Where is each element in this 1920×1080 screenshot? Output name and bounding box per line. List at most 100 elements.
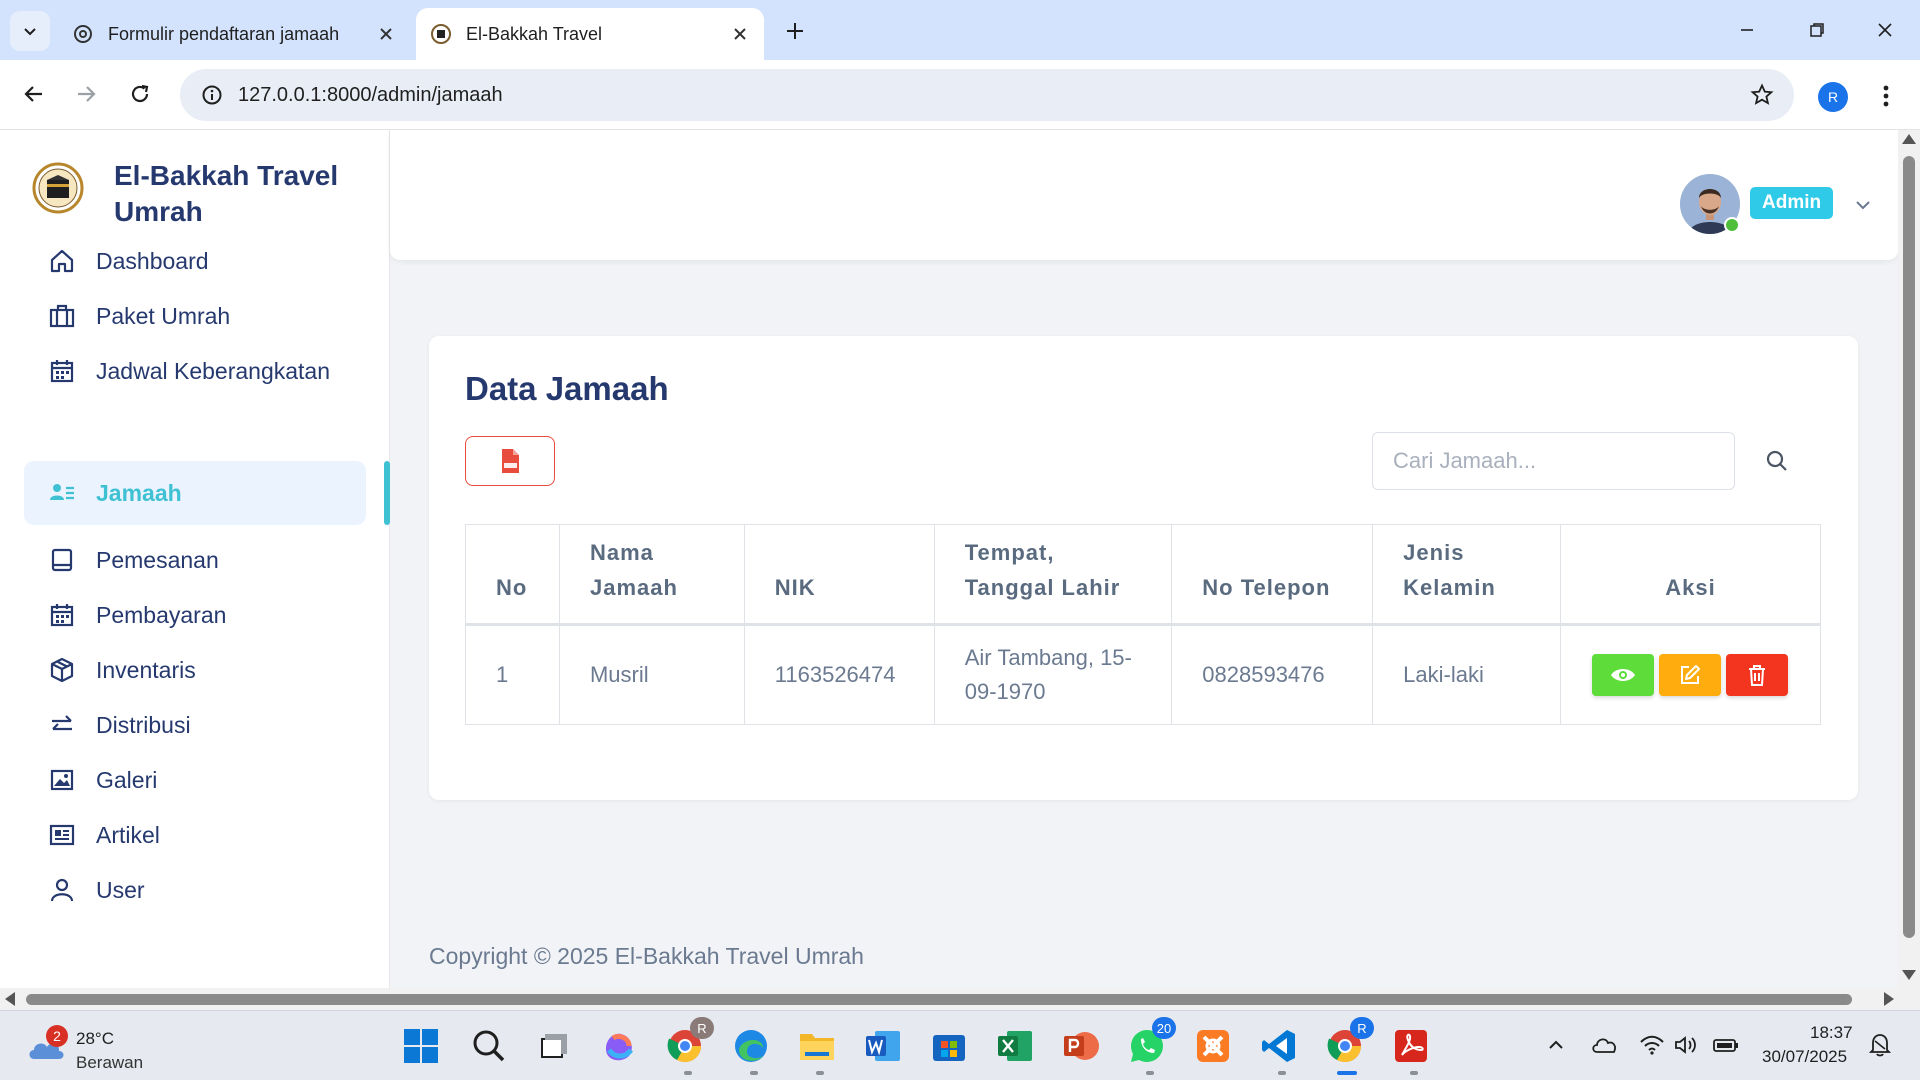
notification-bell-icon[interactable]: [1866, 1031, 1894, 1059]
chrome-icon[interactable]: R: [664, 1017, 714, 1067]
browser-menu-button[interactable]: [1870, 76, 1902, 116]
battery-icon[interactable]: [1712, 1031, 1740, 1059]
sidebar-item-label: Artikel: [96, 821, 160, 848]
cell-jenis-kelamin: Laki-laki: [1372, 624, 1561, 725]
sidebar-item-jadwal-keberangkatan[interactable]: Jadwal Keberangkatan: [24, 339, 366, 403]
whatsapp-icon[interactable]: 20: [1126, 1017, 1176, 1067]
bookmark-star-icon[interactable]: [1740, 73, 1784, 117]
briefcase-icon: [48, 302, 76, 330]
sidebar-item-label: User: [96, 876, 145, 903]
cell-nik: 1163526474: [743, 624, 935, 725]
close-window-button[interactable]: [1860, 12, 1910, 48]
arrow-left-icon: [24, 86, 42, 102]
sidebar-item-label: Paket Umrah: [96, 302, 231, 329]
tab-el-bakkah[interactable]: El-Bakkah Travel: [416, 8, 764, 60]
book-icon: [48, 546, 76, 574]
sidebar-item-label: Distribusi: [96, 711, 191, 738]
edit-button[interactable]: [1659, 654, 1722, 696]
scroll-up-arrow-icon[interactable]: [1902, 134, 1916, 144]
url-text[interactable]: 127.0.0.1:8000/admin/jamaah: [238, 84, 1740, 107]
windows-taskbar: 2 28°C Berawan R 20 R 18:37 30/07/2025: [0, 1010, 1920, 1080]
close-icon: [1878, 23, 1892, 37]
active-app-indicator: [1337, 1071, 1357, 1075]
column-header-nik[interactable]: NIK: [743, 524, 935, 626]
cell-nama: Musril: [558, 624, 745, 725]
copilot-icon[interactable]: [598, 1025, 640, 1067]
users-list-icon: [48, 479, 76, 507]
chevron-up-icon[interactable]: [1542, 1031, 1570, 1059]
box-icon: [48, 656, 76, 684]
clock-date[interactable]: 30/07/2025: [1762, 1047, 1847, 1067]
browser-tab-strip: Formulir pendaftaran jamaah El-Bakkah Tr…: [0, 0, 1920, 60]
sidebar: El-Bakkah Travel Umrah Dashboard Paket U…: [0, 130, 390, 988]
column-header-nama[interactable]: Nama Jamaah: [558, 524, 745, 626]
scroll-down-arrow-icon[interactable]: [1902, 970, 1916, 980]
user-icon: [48, 876, 76, 904]
close-tab-icon[interactable]: [724, 18, 756, 50]
close-tab-icon[interactable]: [370, 18, 402, 50]
vscode-icon[interactable]: [1258, 1025, 1300, 1067]
image-icon: [48, 766, 76, 794]
acrobat-icon[interactable]: [1390, 1025, 1432, 1067]
restore-button[interactable]: [1792, 12, 1842, 48]
calendar-icon: [48, 357, 76, 385]
task-view-icon[interactable]: [532, 1025, 574, 1067]
restore-icon: [1810, 23, 1824, 37]
home-icon: [48, 247, 76, 275]
minimize-button[interactable]: [1722, 12, 1772, 48]
excel-icon[interactable]: [994, 1025, 1036, 1067]
xampp-icon[interactable]: [1192, 1025, 1234, 1067]
sidebar-item-label: Galeri: [96, 766, 158, 793]
windows-start-icon[interactable]: [400, 1025, 442, 1067]
tab-formulir[interactable]: Formulir pendaftaran jamaah: [60, 8, 410, 60]
arrows-swap-icon: [48, 711, 76, 739]
kaaba-logo-icon: [32, 162, 84, 214]
running-indicator: [1278, 1071, 1286, 1075]
file-explorer-icon[interactable]: [796, 1025, 838, 1067]
forward-button[interactable]: [66, 74, 106, 114]
chrome-icon[interactable]: R: [1324, 1017, 1374, 1067]
edge-icon[interactable]: [730, 1025, 772, 1067]
tab-search-button[interactable]: [10, 11, 50, 51]
page-title: Data Jamaah: [465, 370, 669, 407]
horizontal-scrollbar-thumb[interactable]: [26, 994, 1852, 1005]
scroll-right-arrow-icon[interactable]: [1884, 992, 1894, 1006]
clock-time[interactable]: 18:37: [1810, 1023, 1853, 1043]
view-button[interactable]: [1592, 654, 1655, 696]
running-indicator: [1410, 1071, 1418, 1075]
search-icon[interactable]: [468, 1025, 510, 1067]
sidebar-item-label: Jadwal Keberangkatan: [96, 357, 330, 384]
reload-button[interactable]: [120, 74, 160, 114]
reload-icon: [131, 84, 149, 103]
onedrive-cloud-icon[interactable]: [1590, 1031, 1618, 1059]
vertical-scrollbar-thumb[interactable]: [1903, 156, 1915, 938]
search-button[interactable]: [1758, 442, 1796, 480]
word-icon[interactable]: [862, 1025, 904, 1067]
wifi-icon[interactable]: [1638, 1031, 1666, 1059]
delete-button[interactable]: [1726, 654, 1789, 696]
column-header-telepon[interactable]: No Telepon: [1171, 524, 1374, 626]
export-pdf-button[interactable]: [465, 436, 555, 486]
back-button[interactable]: [14, 74, 54, 114]
site-info-icon[interactable]: [186, 69, 238, 121]
column-header-no[interactable]: No: [465, 524, 560, 626]
column-header-ttl[interactable]: Tempat, Tanggal Lahir: [933, 524, 1173, 626]
brand-name: El-Bakkah Travel Umrah: [114, 160, 339, 227]
online-status-dot: [1724, 217, 1740, 233]
search-input[interactable]: [1372, 432, 1735, 490]
volume-icon[interactable]: [1672, 1031, 1700, 1059]
sidebar-item-jamaah[interactable]: Jamaah: [24, 461, 366, 525]
sidebar-item-user[interactable]: User: [24, 858, 366, 922]
column-header-jenis-kelamin[interactable]: Jenis Kelamin: [1372, 524, 1561, 626]
address-bar[interactable]: 127.0.0.1:8000/admin/jamaah: [180, 69, 1794, 121]
weather-widget[interactable]: 2 28°C Berawan: [26, 1019, 156, 1073]
jamaah-table: No Nama Jamaah NIK Tempat, Tanggal Lahir…: [465, 524, 1822, 725]
browser-profile-avatar[interactable]: R: [1818, 82, 1848, 112]
user-role-badge[interactable]: Admin: [1750, 187, 1834, 219]
scroll-left-arrow-icon[interactable]: [5, 992, 15, 1006]
user-menu-chevron[interactable]: [1850, 192, 1876, 218]
brand[interactable]: El-Bakkah Travel Umrah: [32, 158, 382, 238]
microsoft-store-icon[interactable]: [928, 1025, 970, 1067]
powerpoint-icon[interactable]: [1060, 1025, 1102, 1067]
new-tab-button[interactable]: [778, 14, 812, 48]
